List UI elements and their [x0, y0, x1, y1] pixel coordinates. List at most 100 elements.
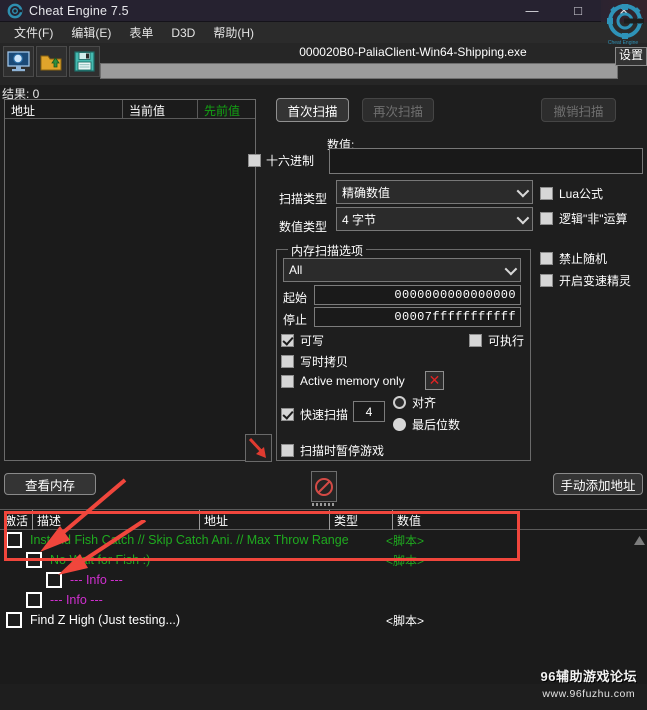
- row-type: <脚本>: [386, 552, 424, 569]
- watermark-line2: www.96fuzhu.com: [541, 688, 637, 700]
- scan-type-select[interactable]: 精确数值: [336, 180, 533, 204]
- row-active-checkbox[interactable]: [46, 572, 62, 588]
- scan-results-list[interactable]: 地址 当前值 先前值: [4, 99, 256, 461]
- attached-process-title: 000020B0-PaliaClient-Win64-Shipping.exe: [208, 45, 618, 61]
- alignment-label: 对齐: [412, 394, 436, 411]
- stop-address-label: 停止: [283, 311, 307, 328]
- save-floppy-icon[interactable]: [69, 46, 100, 77]
- scan-type-value: 精确数值: [342, 184, 390, 201]
- row-description: Instand Fish Catch // Skip Catch Ani. //…: [30, 533, 349, 547]
- row-active-checkbox[interactable]: [6, 532, 22, 548]
- add-address-manually-button[interactable]: 手动添加地址: [553, 473, 643, 495]
- menu-edit[interactable]: 编辑(E): [62, 22, 120, 43]
- copy-on-write-row[interactable]: 写时拷贝: [281, 353, 348, 370]
- splitter-grip[interactable]: [311, 503, 337, 507]
- cheat-engine-logo-icon: [7, 3, 23, 19]
- copy-on-write-checkbox[interactable]: [281, 355, 294, 368]
- view-memory-button[interactable]: 查看内存: [4, 473, 96, 495]
- table-row[interactable]: No Wait for Fish :) <脚本>: [0, 550, 647, 570]
- fast-scan-row[interactable]: 快速扫描: [281, 406, 348, 423]
- pause-game-checkbox[interactable]: [281, 444, 294, 457]
- col-description[interactable]: 描述: [33, 510, 200, 530]
- open-folder-icon[interactable]: [36, 46, 67, 77]
- active-memory-only-checkbox[interactable]: [281, 375, 294, 388]
- executable-row[interactable]: 可执行: [469, 332, 524, 349]
- hex-checkbox[interactable]: [248, 154, 261, 167]
- results-col-current-value[interactable]: 当前值: [123, 100, 198, 119]
- speedhack-checkbox[interactable]: [540, 274, 553, 287]
- results-col-previous-value[interactable]: 先前值: [198, 100, 255, 119]
- red-arrow-icon: [245, 434, 272, 462]
- value-type-select[interactable]: 4 字节: [336, 207, 533, 231]
- row-description: --- Info ---: [50, 593, 103, 607]
- col-value[interactable]: 数值: [393, 510, 647, 530]
- menu-bar: 文件(F) 编辑(E) 表单 D3D 帮助(H): [0, 22, 647, 43]
- table-row[interactable]: Instand Fish Catch // Skip Catch Ani. //…: [0, 530, 647, 550]
- row-type: <脚本>: [386, 532, 424, 549]
- toolbar: 000020B0-PaliaClient-Win64-Shipping.exe: [0, 43, 647, 85]
- pause-game-row[interactable]: 扫描时暂停游戏: [281, 442, 384, 459]
- value-type-label: 数值类型: [279, 218, 327, 235]
- row-active-checkbox[interactable]: [26, 552, 42, 568]
- title-bar: Cheat Engine 7.5 — □ ✕: [0, 0, 647, 22]
- logical-not-row[interactable]: 逻辑"非"运算: [540, 210, 628, 227]
- hex-label: 十六进制: [266, 152, 314, 169]
- alignment-radio-row[interactable]: 对齐: [393, 394, 436, 411]
- lua-formula-row[interactable]: Lua公式: [540, 185, 603, 202]
- col-type[interactable]: 类型: [330, 510, 393, 530]
- logical-not-checkbox[interactable]: [540, 212, 553, 225]
- last-digits-label: 最后位数: [412, 416, 460, 433]
- table-row[interactable]: --- Info ---: [0, 590, 647, 610]
- active-memory-only-row[interactable]: Active memory only: [281, 374, 405, 388]
- cheat-table-header: 激活 描述 地址 类型 数值: [0, 510, 647, 530]
- lua-formula-checkbox[interactable]: [540, 187, 553, 200]
- row-description: --- Info ---: [70, 573, 123, 587]
- stop-address-input[interactable]: 00007fffffffffff: [314, 307, 521, 327]
- fast-scan-checkbox[interactable]: [281, 408, 294, 421]
- menu-file[interactable]: 文件(F): [5, 22, 62, 43]
- menu-d3d[interactable]: D3D: [162, 24, 204, 42]
- writable-row[interactable]: 可写: [281, 332, 324, 349]
- last-digits-radio[interactable]: [393, 418, 406, 431]
- writable-label: 可写: [300, 332, 324, 349]
- col-address[interactable]: 地址: [200, 510, 330, 530]
- row-active-checkbox[interactable]: [26, 592, 42, 608]
- row-active-checkbox[interactable]: [6, 612, 22, 628]
- process-select-monitor-icon[interactable]: [3, 46, 34, 77]
- menu-help[interactable]: 帮助(H): [204, 22, 263, 43]
- next-scan-button[interactable]: 再次扫描: [362, 98, 434, 122]
- settings-button[interactable]: 设置: [615, 47, 647, 66]
- writable-checkbox[interactable]: [281, 334, 294, 347]
- first-scan-button[interactable]: 首次扫描: [276, 98, 349, 122]
- no-random-row[interactable]: 禁止随机: [540, 250, 607, 267]
- scroll-up-arrow-icon[interactable]: [634, 532, 645, 541]
- no-entry-sign-icon[interactable]: [311, 471, 337, 502]
- hex-checkbox-row[interactable]: 十六进制: [248, 152, 314, 169]
- row-type: <脚本>: [386, 612, 424, 629]
- table-row[interactable]: Find Z High (Just testing...) <脚本>: [0, 610, 647, 630]
- speedhack-row[interactable]: 开启变速精灵: [540, 272, 631, 289]
- executable-checkbox[interactable]: [469, 334, 482, 347]
- fast-scan-alignment-input[interactable]: 4: [353, 401, 385, 422]
- maximize-button[interactable]: □: [555, 0, 601, 22]
- cheat-engine-window: Cheat Engine 7.5 — □ ✕ 文件(F) 编辑(E) 表单 D3…: [0, 0, 647, 710]
- watermark-line1: 96辅助游戏论坛: [541, 666, 637, 685]
- undo-scan-button[interactable]: 撤销扫描: [541, 98, 616, 122]
- last-digits-radio-row[interactable]: 最后位数: [393, 416, 460, 433]
- alignment-radio[interactable]: [393, 396, 406, 409]
- window-title: Cheat Engine 7.5: [29, 4, 129, 18]
- row-description: Find Z High (Just testing...): [30, 613, 180, 627]
- memory-region-select[interactable]: All: [283, 258, 521, 282]
- results-col-address[interactable]: 地址: [5, 100, 123, 119]
- col-active[interactable]: 激活: [0, 510, 33, 530]
- logical-not-label: 逻辑"非"运算: [559, 210, 628, 227]
- scan-value-input[interactable]: [329, 148, 643, 174]
- minimize-button[interactable]: —: [509, 0, 555, 22]
- menu-table[interactable]: 表单: [120, 22, 162, 43]
- cheat-table[interactable]: 激活 描述 地址 类型 数值 Instand Fish Catch // Ski…: [0, 509, 647, 684]
- clear-memory-x-icon[interactable]: ✕: [425, 371, 444, 390]
- start-address-input[interactable]: 0000000000000000: [314, 285, 521, 305]
- table-row[interactable]: --- Info ---: [0, 570, 647, 590]
- no-random-checkbox[interactable]: [540, 252, 553, 265]
- no-random-label: 禁止随机: [559, 250, 607, 267]
